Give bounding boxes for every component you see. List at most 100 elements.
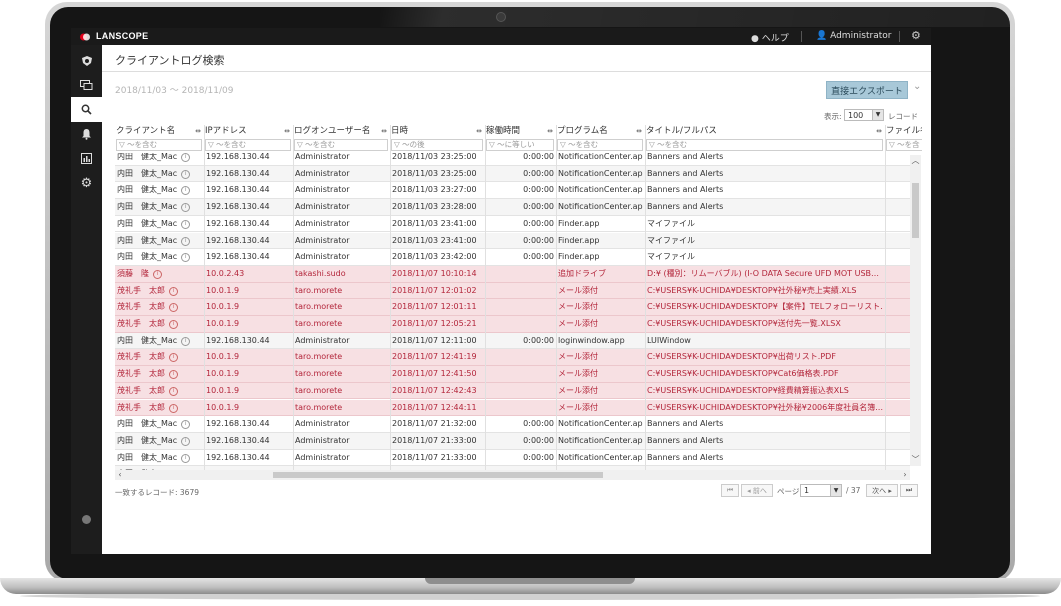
table-row[interactable]: 内田 健太_Maci 192.168.130.44 Administrator 201… [115,216,910,233]
table-row[interactable]: 茂礼手 太郎 i 10.0.1.9 taro.morete 2018/11/07 12:… [115,282,910,300]
info-icon[interactable]: i [181,336,191,346]
table-row[interactable]: 内田 健太_Maci 192.168.130.44 Administrator 201… [115,232,910,250]
page-select[interactable]: 1 ▼ [800,484,842,497]
table-row[interactable]: 内田 健太_Maci 192.168.130.44 Administrator 201… [115,450,910,467]
table-cell-date: 2018/11/03 23:27:00 [392,182,483,198]
table-row[interactable]: 茂礼手 太郎 i 10.0.1.9 taro.morete 2018/11/07 12:… [115,316,910,333]
info-icon[interactable]: i [169,303,178,313]
table-row[interactable]: 茂礼手 太郎 i 10.0.1.9 taro.morete 2018/11/07 12:… [115,399,910,417]
table-row[interactable]: 茂礼手 太郎 i 10.0.1.9 taro.morete 2018/11/07 12:… [115,382,910,400]
column-resize-icon[interactable]: ⇹ [476,125,482,138]
column-resize-icon[interactable]: ⇹ [876,125,882,138]
scroll-down-icon[interactable]: ﹀ [910,454,921,466]
last-page-button[interactable]: ⏭ [900,484,918,497]
column-filter-input[interactable]: ▽ ～に等しい [486,139,554,151]
column-filter-input[interactable]: ▽ ～を含む [646,139,883,151]
table-row[interactable]: 茂礼手 太郎 i 10.0.1.9 taro.morete 2018/11/07 12:… [115,299,910,316]
info-icon[interactable]: i [169,286,178,296]
table-row[interactable]: 内田 健太_Maci 192.168.130.44 Administrator 201… [115,199,910,216]
scroll-up-icon[interactable]: ︿ [910,155,921,167]
help-link[interactable]: ● ヘルプ [751,31,789,44]
table-row[interactable]: 内田 健太_Maci 192.168.130.44 Administrator 201… [115,332,910,350]
next-page-button[interactable]: 次へ ▸ [866,484,898,497]
scroll-left-icon[interactable]: ‹ [115,470,125,480]
column-header[interactable]: プログラム名 ⇹ [557,125,644,138]
info-icon[interactable]: i [169,386,178,396]
info-icon[interactable]: i [181,253,191,263]
column-resize-icon[interactable]: ⇹ [284,125,290,138]
column-resize-icon[interactable]: ⇹ [195,125,201,138]
info-icon[interactable]: i [181,203,191,213]
date-range[interactable]: 2018/11/03 ～ 2018/11/09 [115,83,233,96]
cell-text: 内田 健太_Mac [117,335,178,345]
sidebar-item-alerts[interactable] [71,121,102,146]
info-icon[interactable]: i [169,370,178,380]
cell-text: 2018/11/07 12:01:11 [392,302,477,312]
horizontal-scrollbar[interactable]: ‹ › [115,470,910,480]
prev-page-button[interactable]: ◂ 前へ [741,484,773,497]
column-filter-input[interactable]: ▽ ～を含む [205,139,291,151]
info-icon[interactable]: i [169,353,178,363]
column-filter-input[interactable]: ▽ ～を含 [886,139,922,151]
column-resize-icon[interactable]: ⇹ [547,125,553,138]
column-header[interactable]: タイトル/フルパス ⇹ [646,125,884,138]
collapse-toggle-icon[interactable] [82,515,91,524]
info-icon[interactable]: i [181,436,191,446]
user-menu[interactable]: 👤 Administrator [816,31,891,41]
vertical-scrollbar[interactable]: ︿ ﹀ [910,155,921,466]
sidebar-item-monitor[interactable] [71,73,102,98]
sidebar-item-reports[interactable] [71,146,102,171]
table-row[interactable]: 茂礼手 太郎 i 10.0.1.9 taro.morete 2018/11/07 12:… [115,349,910,367]
info-icon[interactable]: i [181,453,191,463]
column-resize-icon[interactable]: ⇹ [636,125,642,138]
first-page-button[interactable]: ⏮ [721,484,739,497]
table-cell-title: Banners and Alerts [647,199,883,215]
sidebar-item-settings[interactable]: ⚙ [71,171,102,196]
direct-export-button[interactable]: 直接エクスポート [826,81,908,99]
info-icon[interactable]: i [169,403,178,413]
table-cell-client: 内田 健太_Maci [117,216,202,232]
scroll-thumb[interactable] [273,472,603,478]
column-filter-input[interactable]: ▽ ～の後 [391,139,483,151]
cell-text: taro.morete [295,319,343,328]
cell-text: C:¥USERS¥K-UCHIDA¥DESKTOP¥社外秘¥2006年度社員名簿… [647,402,883,412]
info-icon[interactable]: i [153,269,162,279]
info-icon[interactable]: i [181,186,191,196]
table-row[interactable]: 内田 健太_Maci 192.168.130.44 Administrator 201… [115,153,910,166]
table-cell-date: 2018/11/07 12:01:11 [392,299,483,315]
column-resize-icon[interactable]: ⇹ [381,125,387,138]
table-row[interactable]: 内田 健太_Maci 192.168.130.44 Administrator 201… [115,182,910,200]
scroll-thumb[interactable] [912,183,919,238]
info-icon[interactable]: i [181,153,191,162]
table-row[interactable]: 内田 健太_Maci 192.168.130.44 Administrator 201… [115,165,910,183]
info-icon[interactable]: i [181,169,191,179]
display-count-select[interactable]: 100 ▼ [844,109,884,121]
column-filter-input[interactable]: ▽ ～を含む [116,139,202,151]
column-filter-input[interactable]: ▽ ～を含む [557,139,643,151]
sidebar-item-search[interactable] [71,97,102,122]
table-row[interactable]: 内田 健太_Maci 192.168.130.44 Administrator 201… [115,416,910,433]
column-header[interactable]: ファイル名 [886,125,922,138]
column-header[interactable]: 稼働時間 ⇹ [486,125,555,138]
column-header[interactable]: ログオンユーザー名 ⇹ [294,125,389,138]
table-cell-user: taro.morete [295,316,388,332]
table-row[interactable]: 内田 健太_Maci 192.168.130.44 Administrator 201… [115,432,910,450]
info-icon[interactable]: i [181,219,191,229]
info-icon[interactable]: i [169,320,178,329]
table-cell-user: taro.morete [295,383,388,399]
column-header[interactable]: クライアント名 ⇹ [116,125,203,138]
column-header[interactable]: 日時 ⇹ [391,125,484,138]
sidebar-item-shield[interactable] [71,48,102,73]
table-row[interactable]: 須藤 隆 i 10.0.2.43 takashi.sudo 2018/11/07 10:… [115,265,910,283]
info-icon[interactable]: i [181,420,191,430]
column-filter-input[interactable]: ▽ ～を含む [294,139,388,151]
settings-icon[interactable]: ⚙ [911,29,921,42]
table-row[interactable]: 茂礼手 太郎 i 10.0.1.9 taro.morete 2018/11/07 12:… [115,366,910,383]
table-row[interactable]: 内田 健太_Maci 192.168.130.44 Administrator 201… [115,249,910,266]
column-header[interactable]: IPアドレス ⇹ [205,125,292,138]
cell-text: 内田 健太_Mac [117,168,178,178]
chevron-down-icon[interactable]: ⌄ [913,81,921,92]
info-icon[interactable]: i [181,236,191,246]
cell-text: 茂礼手 太郎 [117,369,165,379]
scroll-right-icon[interactable]: › [900,470,910,480]
